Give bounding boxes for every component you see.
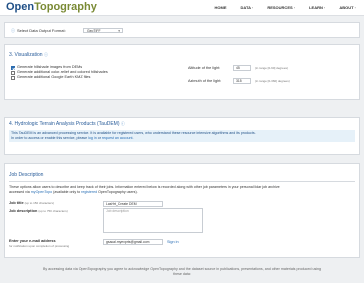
- job-title-input[interactable]: LasHrt_Create DEM: [103, 201, 163, 207]
- request-account-link[interactable]: request an account: [102, 136, 133, 140]
- nav-about[interactable]: ABOUT ·: [339, 5, 356, 11]
- job-description-title: Job Description: [9, 172, 44, 178]
- taudem-note-prefix: In order to access or enable this servic…: [11, 136, 89, 140]
- info-icon: ⓘ: [43, 52, 48, 57]
- myopentopo-link[interactable]: myOpenTopo: [31, 190, 52, 194]
- logo-open-text: Open: [6, 1, 35, 13]
- job-desc-suffix: OpenTopography users).: [97, 190, 138, 194]
- job-title-value: LasHrt_Create DEM: [106, 202, 137, 206]
- footer-acknowledgement: By accessing data via OpenTopography you…: [4, 267, 360, 277]
- divider: [9, 181, 355, 182]
- taudem-note-line2: In order to access or enable this servic…: [11, 136, 353, 141]
- azimuth-hint: (in range [0-360] degrees): [255, 79, 290, 83]
- email-value: gsacal.myexprts@gmail.com: [106, 240, 150, 244]
- chevron-down-icon: ▾: [118, 29, 120, 33]
- nav-home[interactable]: HOME: [215, 5, 227, 11]
- nav-resources[interactable]: RESOURCES ·: [267, 5, 295, 11]
- job-description-panel: Job Description These options allow user…: [4, 163, 360, 258]
- output-format-label: Select Data Output Format:: [17, 28, 66, 33]
- nav-learn[interactable]: LEARN ·: [309, 5, 325, 11]
- sign-in-link[interactable]: Sign in: [167, 240, 179, 245]
- taudem-notice: This TauDEM is an advanced processing se…: [9, 130, 355, 142]
- job-desc-prefix: accessed via: [9, 190, 31, 194]
- hillshade-checkbox[interactable]: [11, 66, 15, 70]
- output-format-select[interactable]: GeoTIFF ▾: [83, 28, 123, 33]
- top-navbar: OpenTopography HOME DATA · RESOURCES · L…: [0, 0, 364, 16]
- job-title-hint: (up to 150 characters): [24, 201, 54, 205]
- output-format-panel: ⓘ Select Data Output Format: GeoTIFF ▾: [4, 22, 360, 38]
- taudem-note-suffix: .: [132, 136, 134, 140]
- visualization-title: 3. Visualization ⓘ: [9, 52, 48, 58]
- visualization-title-text: 3. Visualization: [9, 52, 43, 58]
- kmz-label: Generate additional Google Earth KMZ fil…: [17, 75, 91, 79]
- email-input[interactable]: gsacal.myexprts@gmail.com: [103, 239, 163, 245]
- logo-topo-text: Topography: [34, 1, 97, 13]
- taudem-title: 4. Hydrologic Terrain Analysis Products …: [9, 121, 125, 127]
- job-desc-line2: accessed via myOpenTopo (available only …: [9, 190, 357, 195]
- job-desc-mid: (available only to: [52, 190, 82, 194]
- login-link[interactable]: log in: [88, 136, 97, 140]
- output-format-value: GeoTIFF: [87, 29, 101, 33]
- info-icon: ⓘ: [11, 28, 15, 33]
- job-description-label: Job description (up to 750 characters): [9, 209, 68, 214]
- registered-link[interactable]: registered: [81, 190, 97, 194]
- azimuth-input[interactable]: 315: [233, 78, 251, 84]
- taudem-title-text: 4. Hydrologic Terrain Analysis Products …: [9, 121, 120, 127]
- job-title-label: Job title (up to 150 characters): [9, 201, 54, 206]
- color-relief-checkbox[interactable]: [11, 71, 15, 75]
- nav-data[interactable]: DATA ·: [241, 5, 254, 11]
- taudem-panel: 4. Hydrologic Terrain Analysis Products …: [4, 117, 360, 155]
- footer-line2: these data:: [173, 272, 191, 276]
- main-nav: HOME DATA · RESOURCES · LEARN · ABOUT ·: [201, 5, 357, 11]
- altitude-label: Altitude of the light:: [188, 66, 221, 70]
- info-icon: ⓘ: [120, 121, 125, 126]
- email-hint: for notification upon completion of proc…: [9, 244, 70, 248]
- visualization-panel: 3. Visualization ⓘ Generate hillshade im…: [4, 44, 360, 100]
- site-logo[interactable]: OpenTopography: [6, 1, 97, 14]
- azimuth-label: Azimuth of the light:: [188, 79, 222, 83]
- job-description-placeholder: Job description: [106, 209, 129, 213]
- job-description-textarea[interactable]: Job description: [103, 208, 203, 233]
- altitude-hint: (in range [0-90] degrees): [255, 66, 289, 70]
- altitude-value: 45: [236, 66, 240, 70]
- job-description-hint: (up to 750 characters): [38, 209, 68, 213]
- kmz-checkbox[interactable]: [11, 76, 15, 80]
- job-description-label-text: Job description: [9, 209, 38, 213]
- job-title-label-text: Job title: [9, 201, 24, 205]
- azimuth-value: 315: [236, 79, 242, 83]
- altitude-input[interactable]: 45: [233, 65, 251, 71]
